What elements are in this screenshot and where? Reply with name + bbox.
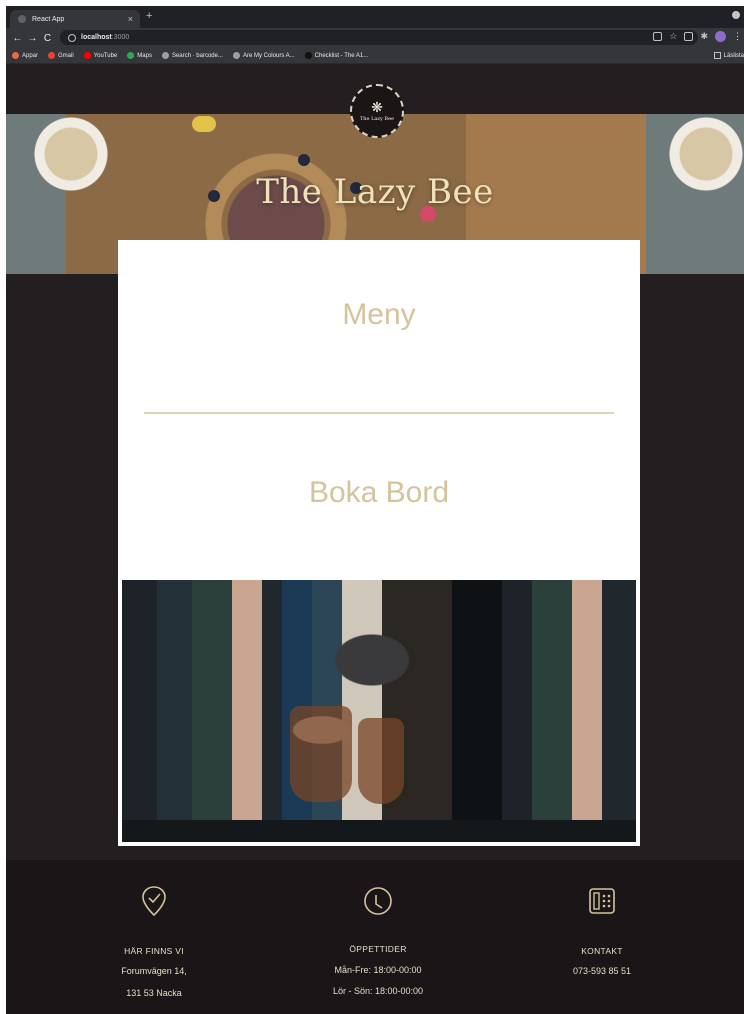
- clock-icon: [364, 887, 392, 915]
- browser-toolbar: ← → C localhost :3000 ☆ ✱ ⋮: [6, 28, 744, 48]
- checklist-icon: [304, 52, 312, 59]
- bookmark-star-icon[interactable]: ☆: [669, 32, 677, 41]
- globe-icon: [232, 52, 240, 59]
- reload-button[interactable]: C: [40, 33, 55, 44]
- puzzle-icon[interactable]: ✱: [700, 32, 708, 41]
- bookmark-label: Checklist - The A1...: [314, 52, 369, 59]
- maps-icon: [127, 52, 135, 59]
- phone-icon: [589, 888, 615, 914]
- extension-icon[interactable]: [684, 32, 694, 41]
- favicon-icon: [18, 15, 26, 23]
- bookmarks-bar: Appar Gmail YouTube Maps Search · barcod…: [6, 48, 744, 64]
- bookmark-label: Gmail: [58, 52, 74, 59]
- bookmark-item[interactable]: Maps: [127, 52, 152, 59]
- address-line: Forumvägen 14,: [121, 966, 187, 976]
- new-tab-button[interactable]: +: [146, 10, 152, 22]
- bookmark-item[interactable]: Checklist - The A1...: [304, 52, 369, 59]
- toolbar-actions: ☆ ✱ ⋮: [653, 31, 744, 42]
- phone-number[interactable]: 073-593 85 51: [502, 966, 702, 976]
- hours-line: Lör - Sön: 18:00-00:00: [332, 986, 424, 996]
- browser-window: React App × + ← → C localhost :3000 ☆ ✱ …: [6, 6, 744, 1014]
- youtube-icon: [83, 52, 91, 59]
- url-port: :3000: [111, 34, 130, 41]
- apps-icon: [12, 52, 19, 59]
- site-info-icon[interactable]: [68, 33, 76, 42]
- hero-title: The Lazy Bee: [256, 172, 494, 212]
- site-footer: HÄR FINNS VI Forumvägen 14, 131 53 Nacka…: [6, 860, 744, 1014]
- menu-link[interactable]: Meny: [118, 298, 640, 332]
- coffee-photo: [122, 580, 636, 842]
- more-menu-icon[interactable]: ⋮: [733, 31, 742, 42]
- photo-detail: [122, 820, 636, 842]
- browser-tab[interactable]: React App ×: [10, 10, 140, 28]
- reading-list-icon: [713, 52, 721, 59]
- back-button[interactable]: ←: [10, 33, 25, 44]
- reading-list[interactable]: Läslista: [713, 52, 744, 59]
- bookmark-item[interactable]: Gmail: [48, 52, 74, 59]
- hero-decoration: [298, 154, 310, 166]
- divider: [144, 412, 614, 414]
- gmail-icon: [48, 52, 56, 59]
- site-logo[interactable]: ❋ The Lazy Bee: [350, 84, 404, 138]
- github-icon: [161, 52, 169, 59]
- book-table-link[interactable]: Boka Bord: [118, 476, 640, 510]
- content-card: Meny Boka Bord: [118, 240, 640, 846]
- footer-heading: KONTAKT: [581, 946, 623, 956]
- bookmark-label: Are My Colours A...: [242, 52, 295, 59]
- translate-icon[interactable]: [653, 32, 663, 41]
- tab-title: React App: [32, 15, 65, 23]
- tab-strip: React App × +: [6, 6, 744, 28]
- bookmark-label: Search · barcode...: [171, 52, 223, 59]
- profile-avatar[interactable]: [715, 31, 726, 42]
- hero-decoration: [192, 116, 216, 132]
- bookmark-item[interactable]: YouTube: [83, 52, 118, 59]
- bookmark-label: Appar: [22, 52, 39, 59]
- location-pin-icon: [142, 886, 166, 917]
- photo-detail: [290, 706, 352, 802]
- logo-text: The Lazy Bee: [359, 116, 395, 122]
- bookmark-label: Maps: [137, 52, 152, 59]
- address-line: 131 53 Nacka: [126, 988, 182, 998]
- forward-button[interactable]: →: [25, 33, 40, 44]
- footer-heading: HÄR FINNS VI: [124, 946, 184, 956]
- url-host: localhost: [81, 34, 112, 41]
- page-content: ❋ The Lazy Bee The Lazy Bee Meny Boka Bo…: [6, 64, 744, 1014]
- bee-icon: ❋: [371, 99, 383, 115]
- close-tab-icon[interactable]: ×: [128, 14, 133, 24]
- photo-detail: [358, 718, 404, 804]
- bookmark-label: YouTube: [93, 52, 118, 59]
- footer-heading: ÖPPETTIDER: [349, 944, 407, 954]
- window-control-icon[interactable]: [732, 11, 740, 19]
- bookmark-item[interactable]: Appar: [12, 52, 38, 59]
- hours-line: Mån-Fre: 18:00-00:00: [334, 965, 422, 975]
- reading-list-label: Läslista: [723, 52, 744, 59]
- bookmark-item[interactable]: Are My Colours A...: [232, 52, 295, 59]
- bookmark-item[interactable]: Search · barcode...: [161, 52, 223, 59]
- address-bar[interactable]: localhost :3000: [60, 30, 698, 45]
